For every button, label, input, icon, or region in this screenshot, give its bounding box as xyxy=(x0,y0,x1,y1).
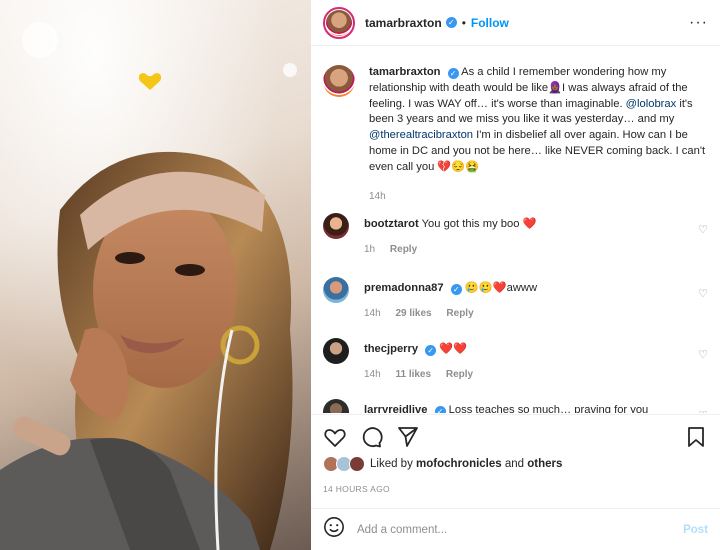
comment-body: thecjperry ✓ ❤️❤️ 14h 11 likes Reply xyxy=(364,342,708,382)
commenter-avatar[interactable] xyxy=(323,399,349,413)
post-caption: tamarbraxton ✓ As a child I remember won… xyxy=(311,47,720,204)
reply-button[interactable]: Reply xyxy=(390,244,417,255)
commenter-avatar[interactable] xyxy=(323,213,349,239)
share-send-icon[interactable] xyxy=(396,425,420,449)
comment-item: larryreidlive ✓ Loss teaches so much… pr… xyxy=(311,399,720,413)
comment-emoji: ❤️ xyxy=(522,218,537,230)
comment-bubble-icon[interactable] xyxy=(359,425,383,449)
emoji-smiley-icon[interactable] xyxy=(323,516,345,543)
post-photo-art xyxy=(0,0,311,550)
comment-text: Loss teaches so much… praving for you xyxy=(448,404,649,413)
verified-badge-icon: ✓ xyxy=(447,68,459,79)
liked-by-text: Liked by mofochronicles and others xyxy=(370,458,562,470)
like-comment-heart-icon[interactable]: ♡ xyxy=(698,223,708,236)
mention-link[interactable]: @lolobrax xyxy=(626,98,677,110)
add-comment-bar: Post xyxy=(311,508,720,550)
reply-button[interactable]: Reply xyxy=(446,369,473,380)
comment-time[interactable]: 14h xyxy=(364,308,381,319)
like-comment-heart-icon[interactable]: ♡ xyxy=(698,348,708,361)
action-bar xyxy=(311,414,720,454)
comment-emoji: ❤️❤️ xyxy=(439,343,468,355)
caption-emoji-1: 🧕🏾 xyxy=(548,81,563,94)
follow-button[interactable]: Follow xyxy=(471,16,509,30)
comment-text: awww xyxy=(506,282,538,294)
comment-time[interactable]: 1h xyxy=(364,244,375,255)
post-comment-button[interactable]: Post xyxy=(683,524,708,536)
comments-list[interactable]: tamarbraxton ✓ As a child I remember won… xyxy=(311,47,720,413)
comment-item: bootztarot You got this my boo ❤️ 1h Rep… xyxy=(311,213,720,257)
verified-badge-icon: ✓ xyxy=(450,284,462,295)
liked-by-others[interactable]: others xyxy=(527,458,562,470)
comment-input[interactable] xyxy=(357,523,684,536)
commenter-avatar[interactable] xyxy=(323,277,349,303)
comment-meta: 14h 29 likes Reply xyxy=(364,306,708,321)
likes-summary: Liked by mofochronicles and others xyxy=(323,456,562,472)
comment-item: thecjperry ✓ ❤️❤️ 14h 11 likes Reply ♡ xyxy=(311,338,720,382)
comment-likes[interactable]: 29 likes xyxy=(395,308,431,319)
caption-emojis: 💔😔🤮 xyxy=(437,160,480,173)
comment-username[interactable]: thecjperry xyxy=(364,343,418,355)
comment-likes[interactable]: 11 likes xyxy=(395,369,431,380)
liked-by-and: and xyxy=(504,458,525,470)
comment-emoji: 🥲🥲❤️ xyxy=(464,282,507,294)
post-header: tamarbraxton ✓ • Follow ··· xyxy=(311,0,720,46)
like-comment-heart-icon[interactable]: ♡ xyxy=(698,409,708,413)
commenter-avatar[interactable] xyxy=(323,338,349,364)
like-comment-heart-icon[interactable]: ♡ xyxy=(698,287,708,300)
reply-button[interactable]: Reply xyxy=(446,308,473,319)
caption-time[interactable]: 14h xyxy=(369,191,386,202)
verified-badge-icon: ✓ xyxy=(434,406,446,413)
caption-meta: 14h xyxy=(369,189,708,205)
comment-body: bootztarot You got this my boo ❤️ 1h Rep… xyxy=(364,217,708,257)
verified-badge-icon: ✓ xyxy=(445,17,457,28)
comment-username[interactable]: premadonna87 xyxy=(364,282,444,294)
author-avatar[interactable] xyxy=(323,6,355,39)
comment-username[interactable]: larryreidlive xyxy=(364,404,427,413)
author-username[interactable]: tamarbraxton xyxy=(365,16,442,30)
caption-username[interactable]: tamarbraxton xyxy=(369,66,441,78)
comment-meta: 14h 11 likes Reply xyxy=(364,367,708,382)
comment-username[interactable]: bootztarot xyxy=(364,218,419,230)
comment-text: You got this my boo xyxy=(421,218,520,230)
comment-time[interactable]: 14h xyxy=(364,369,381,380)
comment-body: larryreidlive ✓ Loss teaches so much… pr… xyxy=(364,403,708,413)
verified-badge-icon: ✓ xyxy=(425,345,437,356)
post-photo[interactable] xyxy=(0,0,311,550)
liked-by-prefix: Liked by xyxy=(370,458,413,470)
caption-body: tamarbraxton ✓ As a child I remember won… xyxy=(369,65,708,204)
liker-avatar[interactable] xyxy=(349,456,365,472)
mention-link[interactable]: @therealtracibraxton xyxy=(369,129,473,141)
more-options-icon[interactable]: ··· xyxy=(689,14,708,32)
separator-dot: • xyxy=(461,15,466,30)
caption-author-avatar[interactable] xyxy=(323,65,355,97)
bookmark-icon[interactable] xyxy=(684,425,708,449)
like-heart-icon[interactable] xyxy=(323,425,347,449)
comment-meta: 1h Reply xyxy=(364,242,708,257)
post-time-ago[interactable]: 14 HOURS AGO xyxy=(323,484,390,494)
comment-body: premadonna87 ✓ 🥲🥲❤️awww 14h 29 likes Rep… xyxy=(364,281,708,321)
liked-by-user[interactable]: mofochronicles xyxy=(416,458,502,470)
comment-item: premadonna87 ✓ 🥲🥲❤️awww 14h 29 likes Rep… xyxy=(311,277,720,321)
post-details-panel: tamarbraxton ✓ • Follow ··· tamarbraxton… xyxy=(311,0,720,550)
